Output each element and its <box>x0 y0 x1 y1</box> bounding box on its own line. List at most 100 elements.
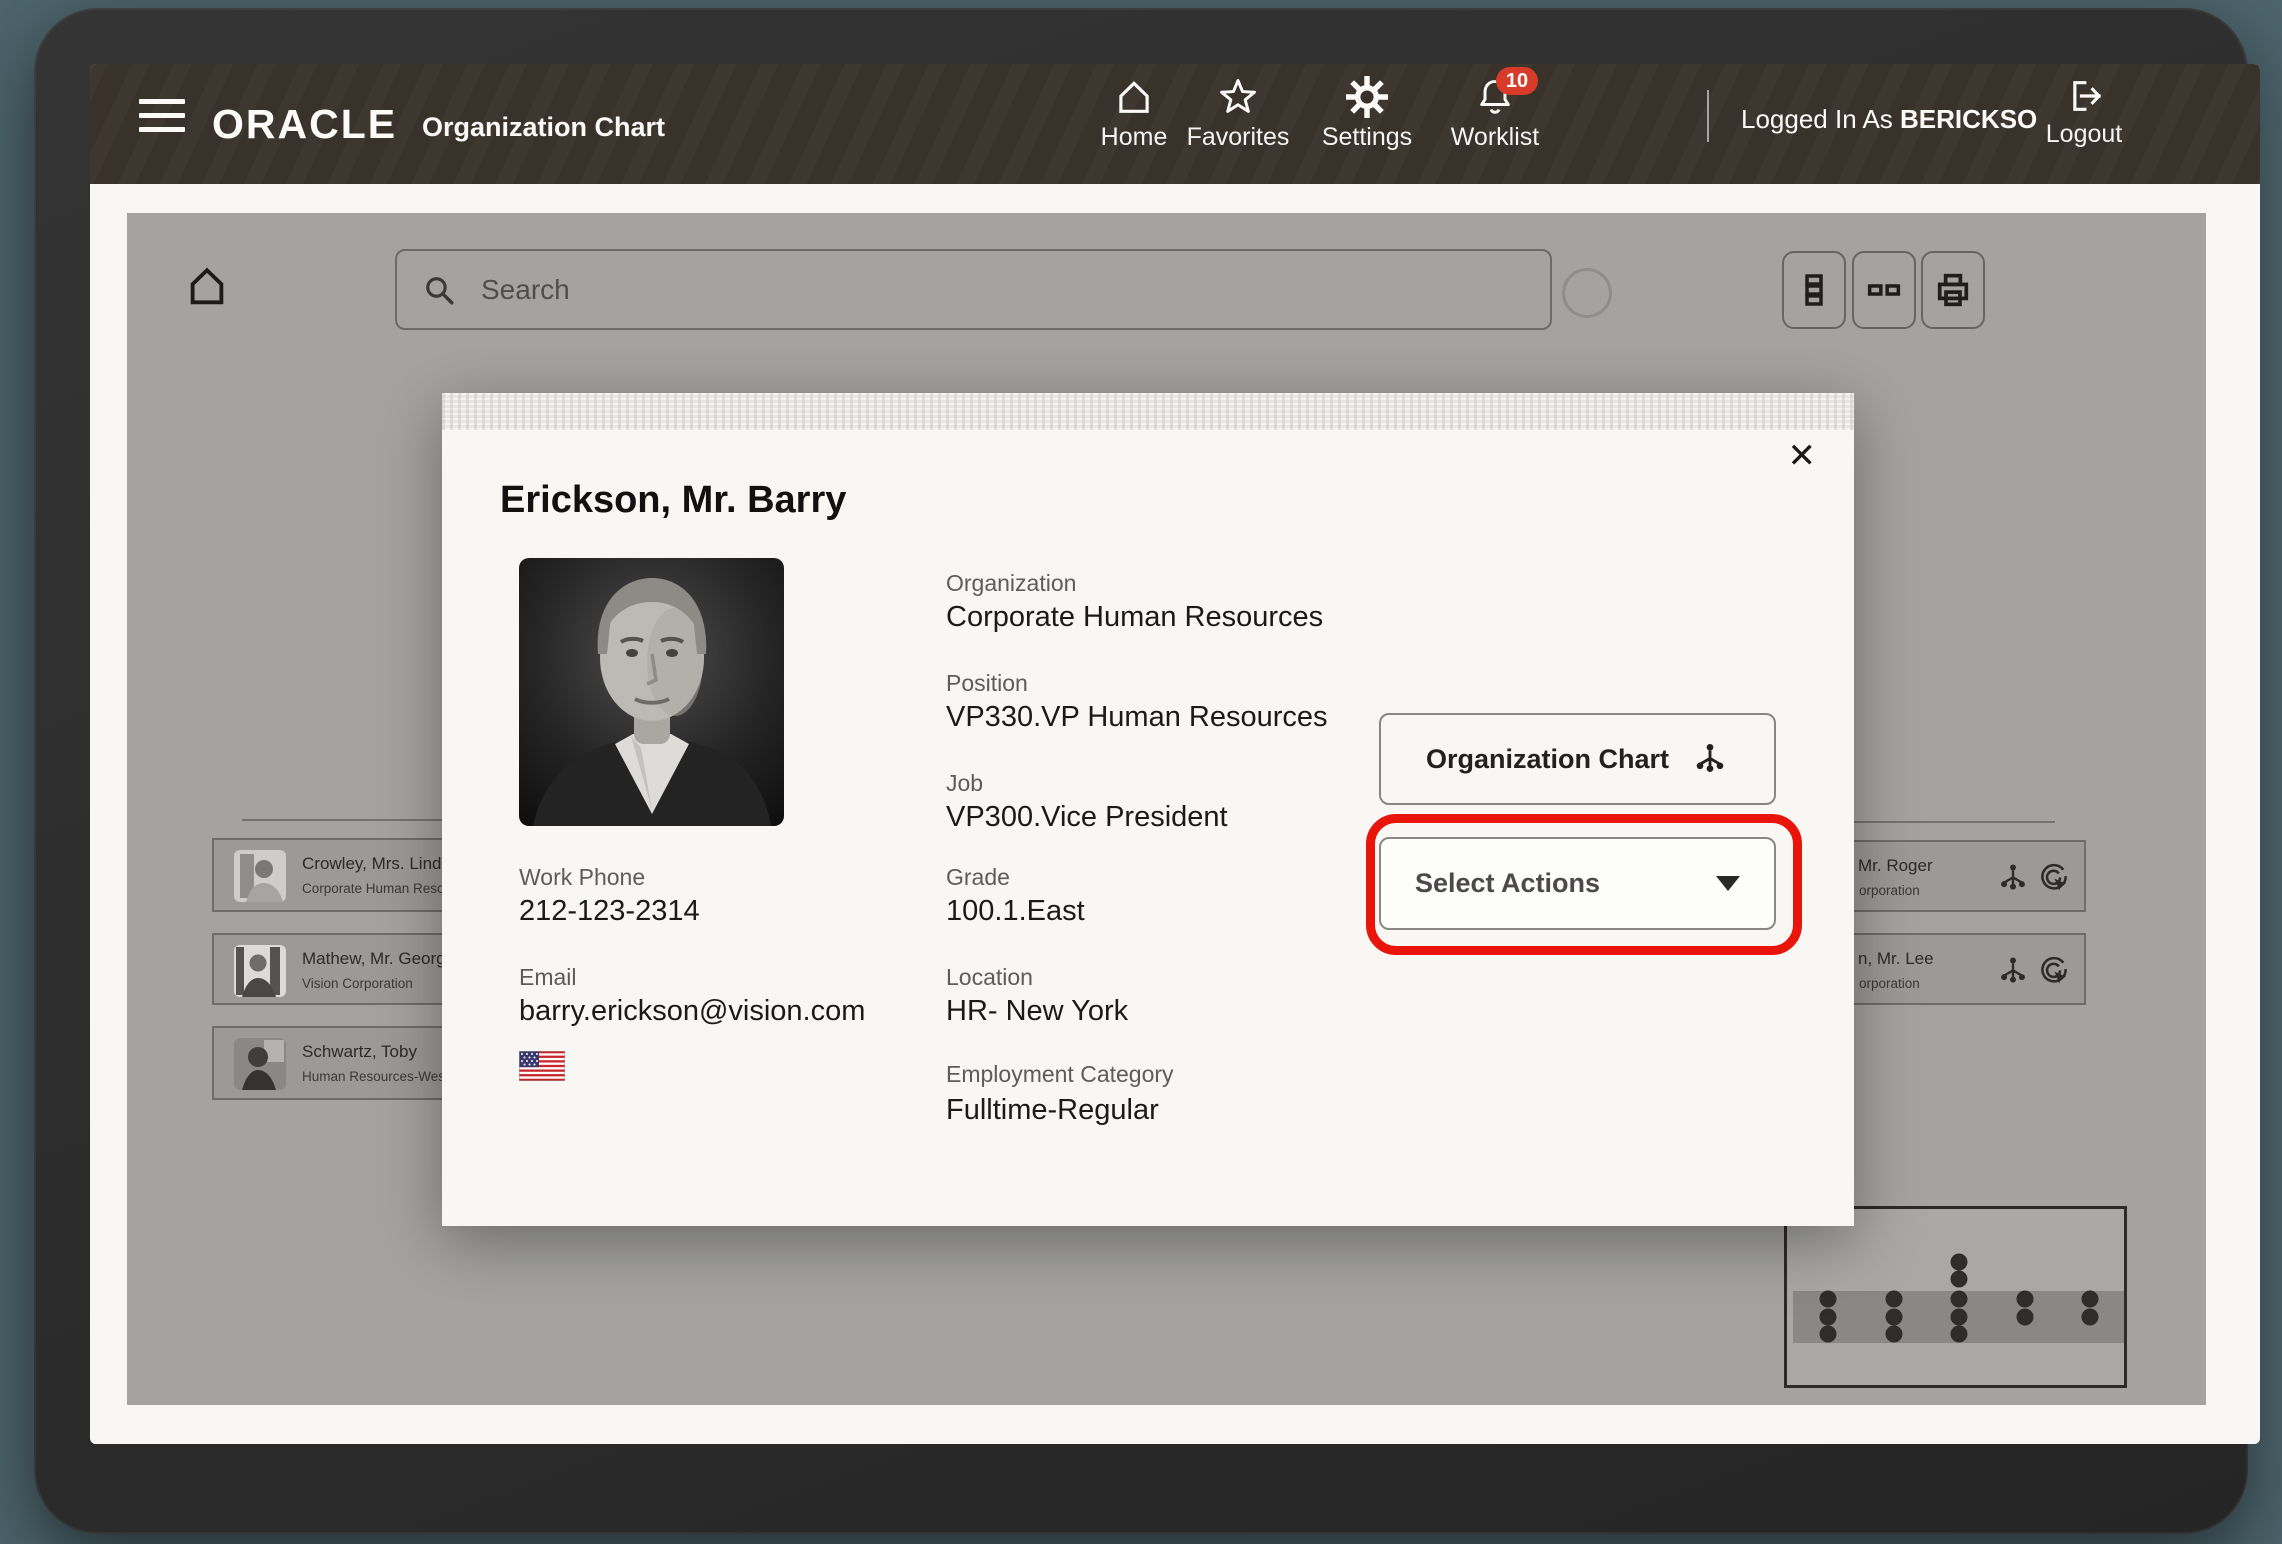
header-divider <box>1707 90 1709 142</box>
job-value: VP300.Vice President <box>946 800 1228 834</box>
minimap-node-dot <box>1951 1291 1968 1308</box>
email-value: barry.erickson@vision.com <box>519 994 865 1028</box>
person-name: Mr. Roger <box>1858 856 1933 876</box>
vertical-layout-button[interactable] <box>1782 251 1846 329</box>
person-card-mathew[interactable]: Mathew, Mr. George Vision Corporation <box>212 933 452 1005</box>
avatar <box>234 850 286 902</box>
printer-icon <box>1932 269 1974 311</box>
organization-chart-button[interactable]: Organization Chart <box>1379 713 1776 805</box>
search-input[interactable] <box>479 273 1526 307</box>
nav-settings-label: Settings <box>1322 125 1412 150</box>
minimap-node-dot <box>2082 1291 2099 1308</box>
org-chart-icon <box>1691 740 1729 778</box>
close-icon[interactable]: ✕ <box>1788 439 1817 473</box>
search-icon <box>421 272 457 308</box>
work-phone-value: 212-123-2314 <box>519 894 700 928</box>
avatar <box>234 1038 286 1090</box>
worklist-badge: 10 <box>1496 67 1538 95</box>
logged-in-username: BERICKSO <box>1900 104 2037 134</box>
organization-chart-button-label: Organization Chart <box>1426 744 1669 775</box>
grade-label: Grade <box>946 864 1010 890</box>
person-org: orporation <box>1859 883 1920 898</box>
person-card-schwartz[interactable]: Schwartz, Toby Human Resources-West <box>212 1026 452 1100</box>
desktop: ORACLE Organization Chart Home Favorites <box>0 0 2282 1544</box>
employment-category-label: Employment Category <box>946 1061 1174 1087</box>
app-header: ORACLE Organization Chart Home Favorites <box>90 64 2260 184</box>
us-flag-icon <box>519 1051 565 1081</box>
logged-in-prefix: Logged In As <box>1741 104 1900 134</box>
horizontal-layout-button[interactable] <box>1852 251 1916 329</box>
email-label: Email <box>519 964 577 990</box>
logout-button[interactable]: Logout <box>2034 76 2134 147</box>
nav-favorites-label: Favorites <box>1187 125 1290 150</box>
person-card-crowley[interactable]: Crowley, Mrs. Linda Corporate Human Reso… <box>212 838 452 912</box>
focus-node-icon[interactable] <box>2037 861 2071 895</box>
page-content: Crowley, Mrs. Linda Corporate Human Reso… <box>90 184 2260 1444</box>
minimap-node-dot <box>1820 1309 1837 1326</box>
position-value: VP330.VP Human Resources <box>946 700 1328 734</box>
person-org: Vision Corporation <box>302 976 413 991</box>
employment-category-value: Fulltime-Regular <box>946 1093 1159 1127</box>
print-button[interactable] <box>1921 251 1985 329</box>
app-window: ORACLE Organization Chart Home Favorites <box>90 64 2260 1444</box>
grade-value: 100.1.East <box>946 894 1085 928</box>
minimap-node-dot <box>1951 1254 1968 1271</box>
loading-circle <box>1562 268 1612 318</box>
org-chart-icon[interactable] <box>1996 861 2030 895</box>
nav-worklist[interactable]: 10 Worklist <box>1420 76 1570 150</box>
location-label: Location <box>946 964 1033 990</box>
gear-icon <box>1346 76 1388 118</box>
organization-label: Organization <box>946 570 1076 596</box>
person-name: Schwartz, Toby <box>302 1042 417 1062</box>
minimap-node-dot <box>1820 1326 1837 1343</box>
nav-home-label: Home <box>1101 125 1168 150</box>
chevron-down-icon <box>1716 876 1740 891</box>
minimap-node-dot <box>2017 1309 2034 1326</box>
org-connector-line <box>1839 821 2055 823</box>
job-label: Job <box>946 770 983 796</box>
home-icon <box>1113 76 1155 118</box>
vertical-cards-icon <box>1793 269 1835 311</box>
chart-home-button[interactable] <box>184 263 230 313</box>
org-chart-canvas: Crowley, Mrs. Linda Corporate Human Reso… <box>127 213 2206 1405</box>
person-name: Crowley, Mrs. Linda <box>302 854 451 874</box>
nav-worklist-label: Worklist <box>1451 125 1539 150</box>
home-icon <box>184 263 230 309</box>
person-org: Human Resources-West <box>302 1069 449 1084</box>
org-connector-line <box>242 819 444 821</box>
horizontal-cards-icon <box>1863 269 1905 311</box>
minimap-node-dot <box>1886 1309 1903 1326</box>
minimap-node-dot <box>1820 1291 1837 1308</box>
location-value: HR- New York <box>946 994 1128 1028</box>
org-chart-icon[interactable] <box>1996 954 2030 988</box>
focus-node-icon[interactable] <box>2037 954 2071 988</box>
select-actions-label: Select Actions <box>1415 868 1600 899</box>
logout-label: Logout <box>2046 122 2122 147</box>
employee-photo <box>519 558 784 826</box>
minimap-node-dot <box>1951 1326 1968 1343</box>
device-frame: ORACLE Organization Chart Home Favorites <box>34 8 2248 1534</box>
avatar <box>234 945 286 997</box>
hamburger-menu-icon[interactable] <box>139 96 185 134</box>
minimap-node-dot <box>1951 1309 1968 1326</box>
minimap-node-dot <box>2082 1309 2099 1326</box>
select-actions-dropdown[interactable]: Select Actions <box>1379 837 1776 930</box>
person-org: Corporate Human Resources <box>302 881 452 896</box>
star-icon <box>1217 76 1259 118</box>
organization-value: Corporate Human Resources <box>946 600 1323 634</box>
oracle-logo: ORACLE <box>212 104 397 145</box>
person-name: n, Mr. Lee <box>1858 949 1934 969</box>
minimap-node-dot <box>2017 1291 2034 1308</box>
work-phone-label: Work Phone <box>519 864 645 890</box>
employee-name-title: Erickson, Mr. Barry <box>500 479 846 521</box>
logout-icon <box>2064 76 2104 116</box>
chart-search <box>395 249 1552 330</box>
position-label: Position <box>946 670 1028 696</box>
minimap-node-dot <box>1886 1291 1903 1308</box>
minimap[interactable] <box>1784 1206 2127 1388</box>
nav-favorites[interactable]: Favorites <box>1163 76 1313 150</box>
modal-top-texture <box>442 393 1854 430</box>
minimap-node-dot <box>1886 1326 1903 1343</box>
person-org: orporation <box>1859 976 1920 991</box>
employee-detail-modal: ✕ Erickson, Mr. Barry <box>442 393 1854 1226</box>
